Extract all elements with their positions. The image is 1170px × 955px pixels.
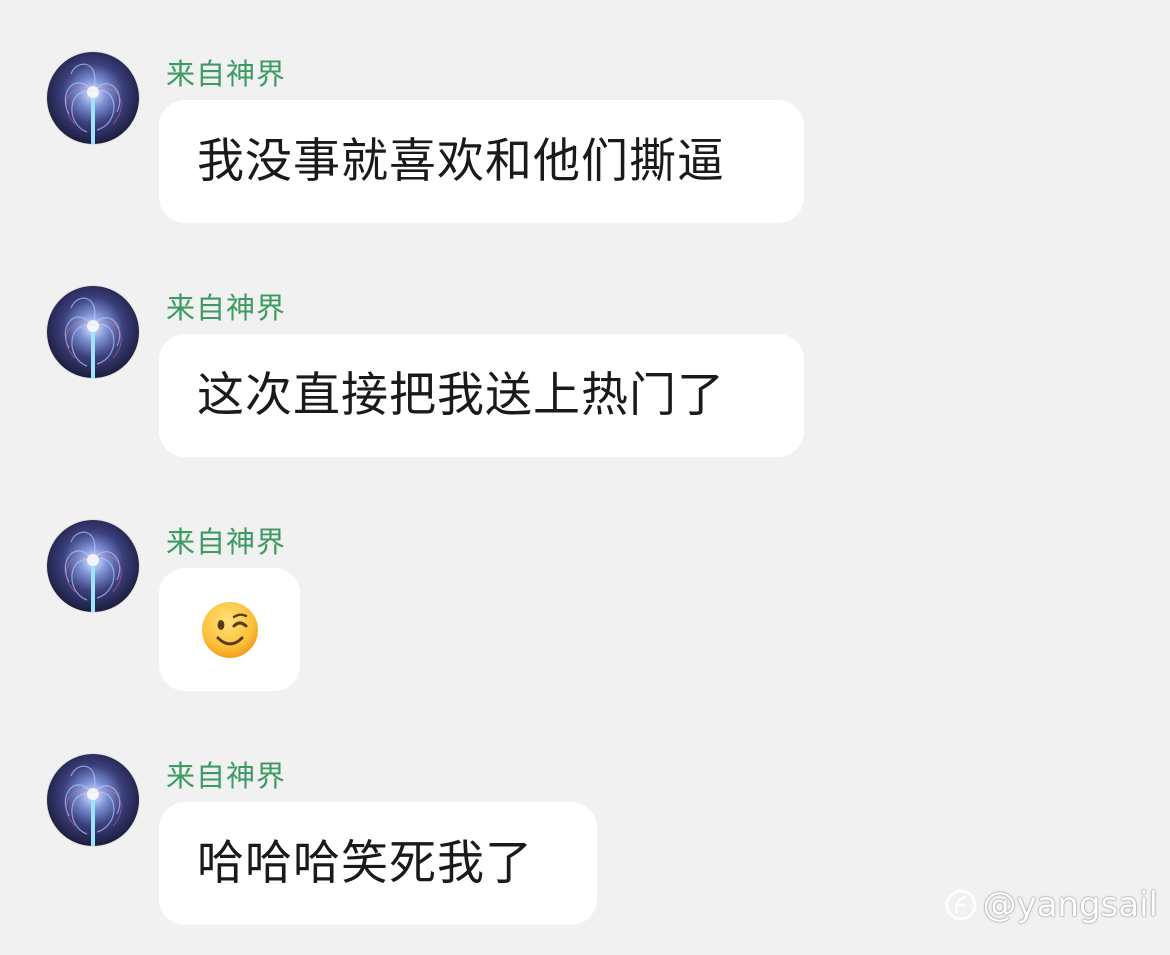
chat-message-list: 来自神界 我没事就喜欢和他们撕逼 来自神界 这次直接把我送上热门了 来自神界 来… bbox=[0, 0, 1170, 955]
message-bubble[interactable]: 哈哈哈笑死我了 bbox=[159, 802, 597, 925]
message-bubble[interactable]: 我没事就喜欢和他们撕逼 bbox=[159, 100, 804, 223]
winking-face-icon bbox=[201, 601, 258, 658]
message-text: 哈哈哈笑死我了 bbox=[197, 835, 533, 891]
sender-name[interactable]: 来自神界 bbox=[166, 56, 286, 92]
sender-name[interactable]: 来自神界 bbox=[166, 758, 286, 794]
message-text: 这次直接把我送上热门了 bbox=[197, 367, 725, 423]
platform-logo-icon bbox=[946, 889, 977, 921]
sender-avatar[interactable] bbox=[47, 286, 139, 378]
sender-name[interactable]: 来自神界 bbox=[166, 524, 286, 560]
sender-name[interactable]: 来自神界 bbox=[166, 290, 286, 326]
sender-avatar[interactable] bbox=[47, 754, 139, 846]
message-text: 我没事就喜欢和他们撕逼 bbox=[197, 133, 725, 189]
message-bubble[interactable]: 这次直接把我送上热门了 bbox=[159, 334, 804, 457]
sender-avatar[interactable] bbox=[47, 52, 139, 144]
watermark: @yangsail bbox=[944, 885, 1158, 925]
message-bubble[interactable] bbox=[159, 568, 300, 691]
sender-avatar[interactable] bbox=[47, 520, 139, 612]
watermark-handle: @yangsail bbox=[982, 885, 1158, 925]
